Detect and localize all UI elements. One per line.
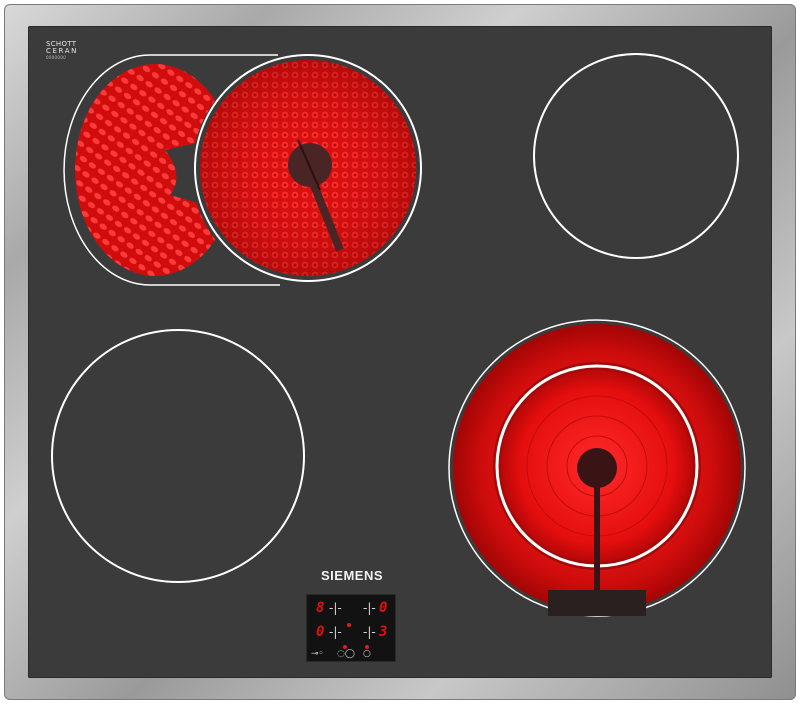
rear-right-zone: [533, 53, 739, 259]
front-left-zone: [51, 329, 305, 583]
rear-right-level-display: 0: [379, 600, 388, 616]
rear-left-level-display: 8: [316, 600, 325, 616]
dual-zone-icon[interactable]: ◌◯: [337, 650, 355, 659]
front-left-plus-minus-button[interactable]: -|-: [329, 626, 342, 638]
front-left-indicator-led: [347, 623, 351, 627]
key-lock-icon[interactable]: ⊸◦: [311, 650, 324, 659]
schott-logo-code: 0000000: [46, 55, 66, 60]
front-right-plus-minus-button[interactable]: -|-: [363, 626, 376, 638]
front-left-level-display: 0: [316, 624, 325, 640]
cooktop-zones: [51, 53, 746, 617]
schott-ceran-logo: SCHOTT CERAN 0000000: [46, 41, 78, 61]
front-right-zone: [448, 319, 746, 617]
rear-right-plus-minus-button[interactable]: -|-: [363, 602, 376, 614]
rear-left-zone: [63, 54, 424, 286]
touch-control-panel: 8 -|- -|- 0 0 -|- -|- 3 ⊸◦ ◌◯ ○: [306, 594, 396, 662]
siemens-logo: SIEMENS: [320, 568, 383, 583]
front-right-level-display: 3: [379, 624, 388, 640]
schott-logo-line2: CERAN: [46, 47, 78, 55]
power-icon[interactable]: ○: [363, 650, 371, 659]
rear-left-plus-minus-button[interactable]: -|-: [329, 602, 342, 614]
